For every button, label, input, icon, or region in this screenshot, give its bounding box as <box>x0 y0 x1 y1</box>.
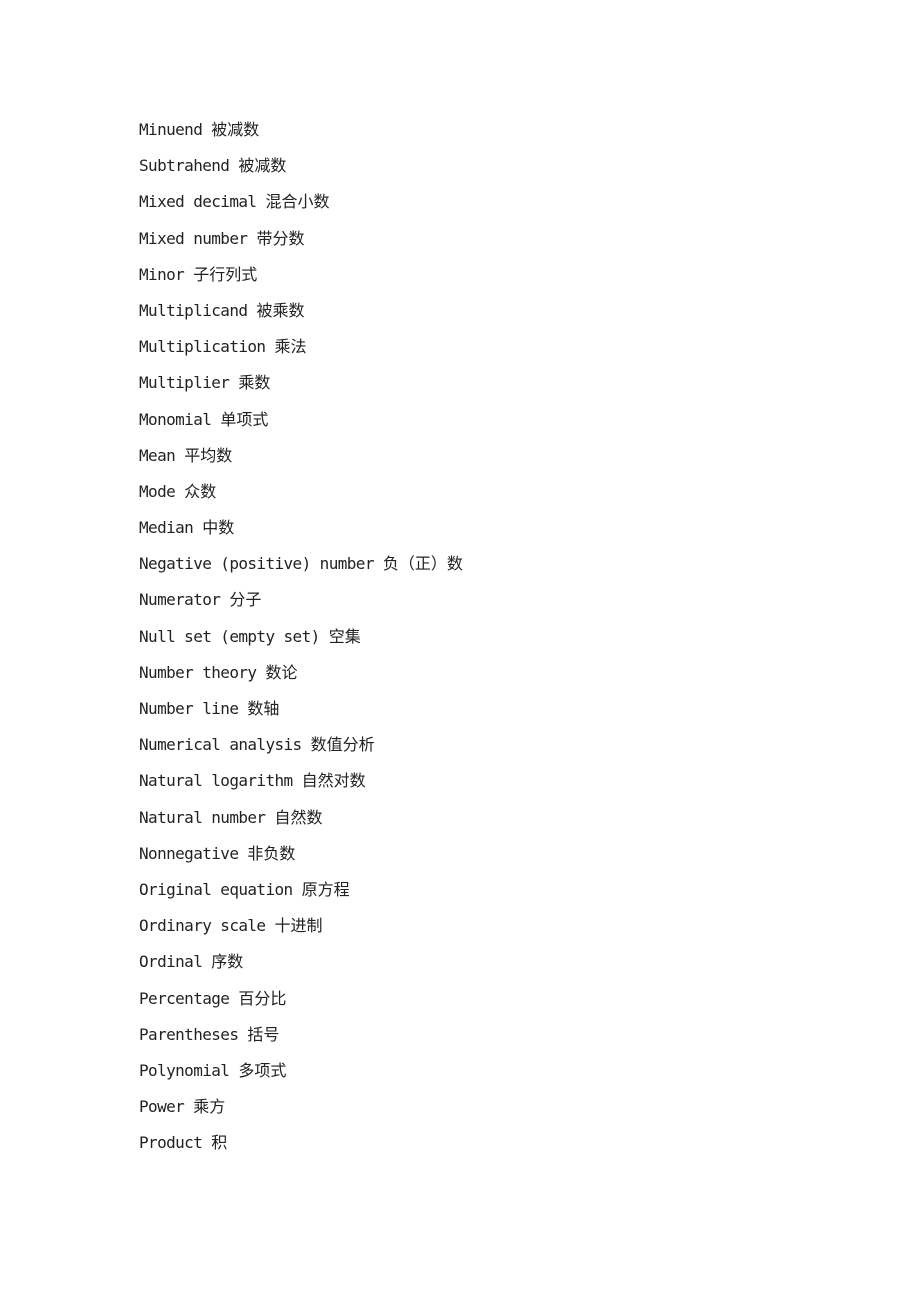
term-english: Null set (empty set) <box>139 626 320 646</box>
term-chinese: 分子 <box>229 590 262 610</box>
term-english: Original equation <box>139 879 293 899</box>
glossary-entry: Number theory 数论 <box>139 660 463 696</box>
term-english: Mixed decimal <box>139 192 257 212</box>
glossary-entry: Percentage 百分比 <box>139 986 463 1022</box>
glossary-entry: Natural number 自然数 <box>139 805 463 841</box>
term-english: Minuend <box>139 120 203 139</box>
term-chinese: 自然对数 <box>301 771 366 791</box>
glossary-entry: Mixed decimal 混合小数 <box>139 189 463 225</box>
glossary-entry: Numerator 分子 <box>139 587 463 623</box>
term-english: Nonnegative <box>139 843 239 863</box>
term-english: Mode <box>139 481 176 501</box>
glossary-entry: Null set (empty set) 空集 <box>139 624 463 660</box>
term-chinese: 乘数 <box>238 373 271 393</box>
glossary-entry: Multiplicand 被乘数 <box>139 298 463 334</box>
term-chinese: 多项式 <box>238 1060 287 1080</box>
glossary-entry: Multiplication 乘法 <box>139 334 463 370</box>
term-english: Numerator <box>139 590 221 610</box>
term-english: Negative (positive) number <box>139 554 374 574</box>
term-english: Ordinary scale <box>139 916 266 936</box>
glossary-entry: Power 乘方 <box>139 1094 463 1130</box>
glossary-entry: Negative (positive) number 负（正）数 <box>139 551 463 587</box>
term-chinese: 乘法 <box>274 337 307 357</box>
glossary-entry: Mixed number 带分数 <box>139 226 463 262</box>
term-chinese: 数轴 <box>247 699 280 718</box>
glossary-list: Minuend 被减数 Subtrahend 被减数 Mixed decimal 混… <box>139 117 463 1166</box>
term-english: Product <box>139 1133 203 1153</box>
term-english: Mean <box>139 445 176 465</box>
glossary-entry: Minuend 被减数 <box>139 117 463 153</box>
glossary-entry: Ordinary scale 十进制 <box>139 913 463 949</box>
term-chinese: 自然数 <box>274 807 323 827</box>
term-chinese: 括号 <box>247 1024 280 1044</box>
term-english: Subtrahend <box>139 156 230 176</box>
term-english: Percentage <box>139 988 230 1008</box>
term-chinese: 被乘数 <box>256 300 305 320</box>
term-chinese: 平均数 <box>184 445 233 465</box>
term-english: Monomial <box>139 409 212 429</box>
term-chinese: 序数 <box>211 952 244 972</box>
glossary-entry: Monomial 单项式 <box>139 407 463 443</box>
glossary-entry: Minor 子行列式 <box>139 262 463 298</box>
term-english: Multiplier <box>139 373 230 393</box>
term-chinese: 被减数 <box>211 120 260 139</box>
glossary-entry: Mean 平均数 <box>139 443 463 479</box>
term-english: Polynomial <box>139 1060 230 1080</box>
term-chinese: 十进制 <box>274 916 323 936</box>
glossary-entry: Ordinal 序数 <box>139 949 463 985</box>
term-chinese: 中数 <box>202 518 235 538</box>
glossary-entry: Subtrahend 被减数 <box>139 153 463 189</box>
term-english: Mixed number <box>139 228 248 248</box>
term-chinese: 空集 <box>328 626 361 646</box>
term-chinese: 原方程 <box>301 879 350 899</box>
term-chinese: 众数 <box>184 481 217 501</box>
term-chinese: 乘方 <box>193 1097 226 1117</box>
term-english: Multiplicand <box>139 300 248 320</box>
term-english: Number theory <box>139 662 257 682</box>
term-english: Ordinal <box>139 952 203 972</box>
glossary-entry: Numerical analysis 数值分析 <box>139 732 463 768</box>
term-english: Numerical analysis <box>139 735 302 755</box>
term-english: Median <box>139 518 194 538</box>
term-chinese: 子行列式 <box>193 264 258 284</box>
glossary-entry: Median 中数 <box>139 515 463 551</box>
term-english: Minor <box>139 264 185 284</box>
term-english: Natural logarithm <box>139 771 293 791</box>
term-chinese: 数论 <box>265 662 298 682</box>
term-chinese: 数值分析 <box>310 735 375 755</box>
term-chinese: 负（正）数 <box>382 554 463 574</box>
term-english: Natural number <box>139 807 266 827</box>
glossary-entry: Multiplier 乘数 <box>139 370 463 406</box>
term-chinese: 被减数 <box>238 156 287 176</box>
glossary-entry: Natural logarithm 自然对数 <box>139 768 463 804</box>
term-english: Parentheses <box>139 1024 239 1044</box>
glossary-entry: Parentheses 括号 <box>139 1022 463 1058</box>
term-chinese: 非负数 <box>247 843 296 863</box>
term-english: Multiplication <box>139 337 266 357</box>
glossary-entry: Product 积 <box>139 1130 463 1166</box>
glossary-entry: Nonnegative 非负数 <box>139 841 463 877</box>
glossary-entry: Mode 众数 <box>139 479 463 515</box>
glossary-entry: Original equation 原方程 <box>139 877 463 913</box>
term-chinese: 带分数 <box>256 228 305 248</box>
glossary-entry: Polynomial 多项式 <box>139 1058 463 1094</box>
term-chinese: 积 <box>211 1133 228 1153</box>
term-chinese: 混合小数 <box>265 192 330 212</box>
term-english: Number line <box>139 699 239 718</box>
term-english: Power <box>139 1097 185 1117</box>
term-chinese: 百分比 <box>238 988 287 1008</box>
glossary-entry: Number line 数轴 <box>139 696 463 732</box>
term-chinese: 单项式 <box>220 409 269 429</box>
